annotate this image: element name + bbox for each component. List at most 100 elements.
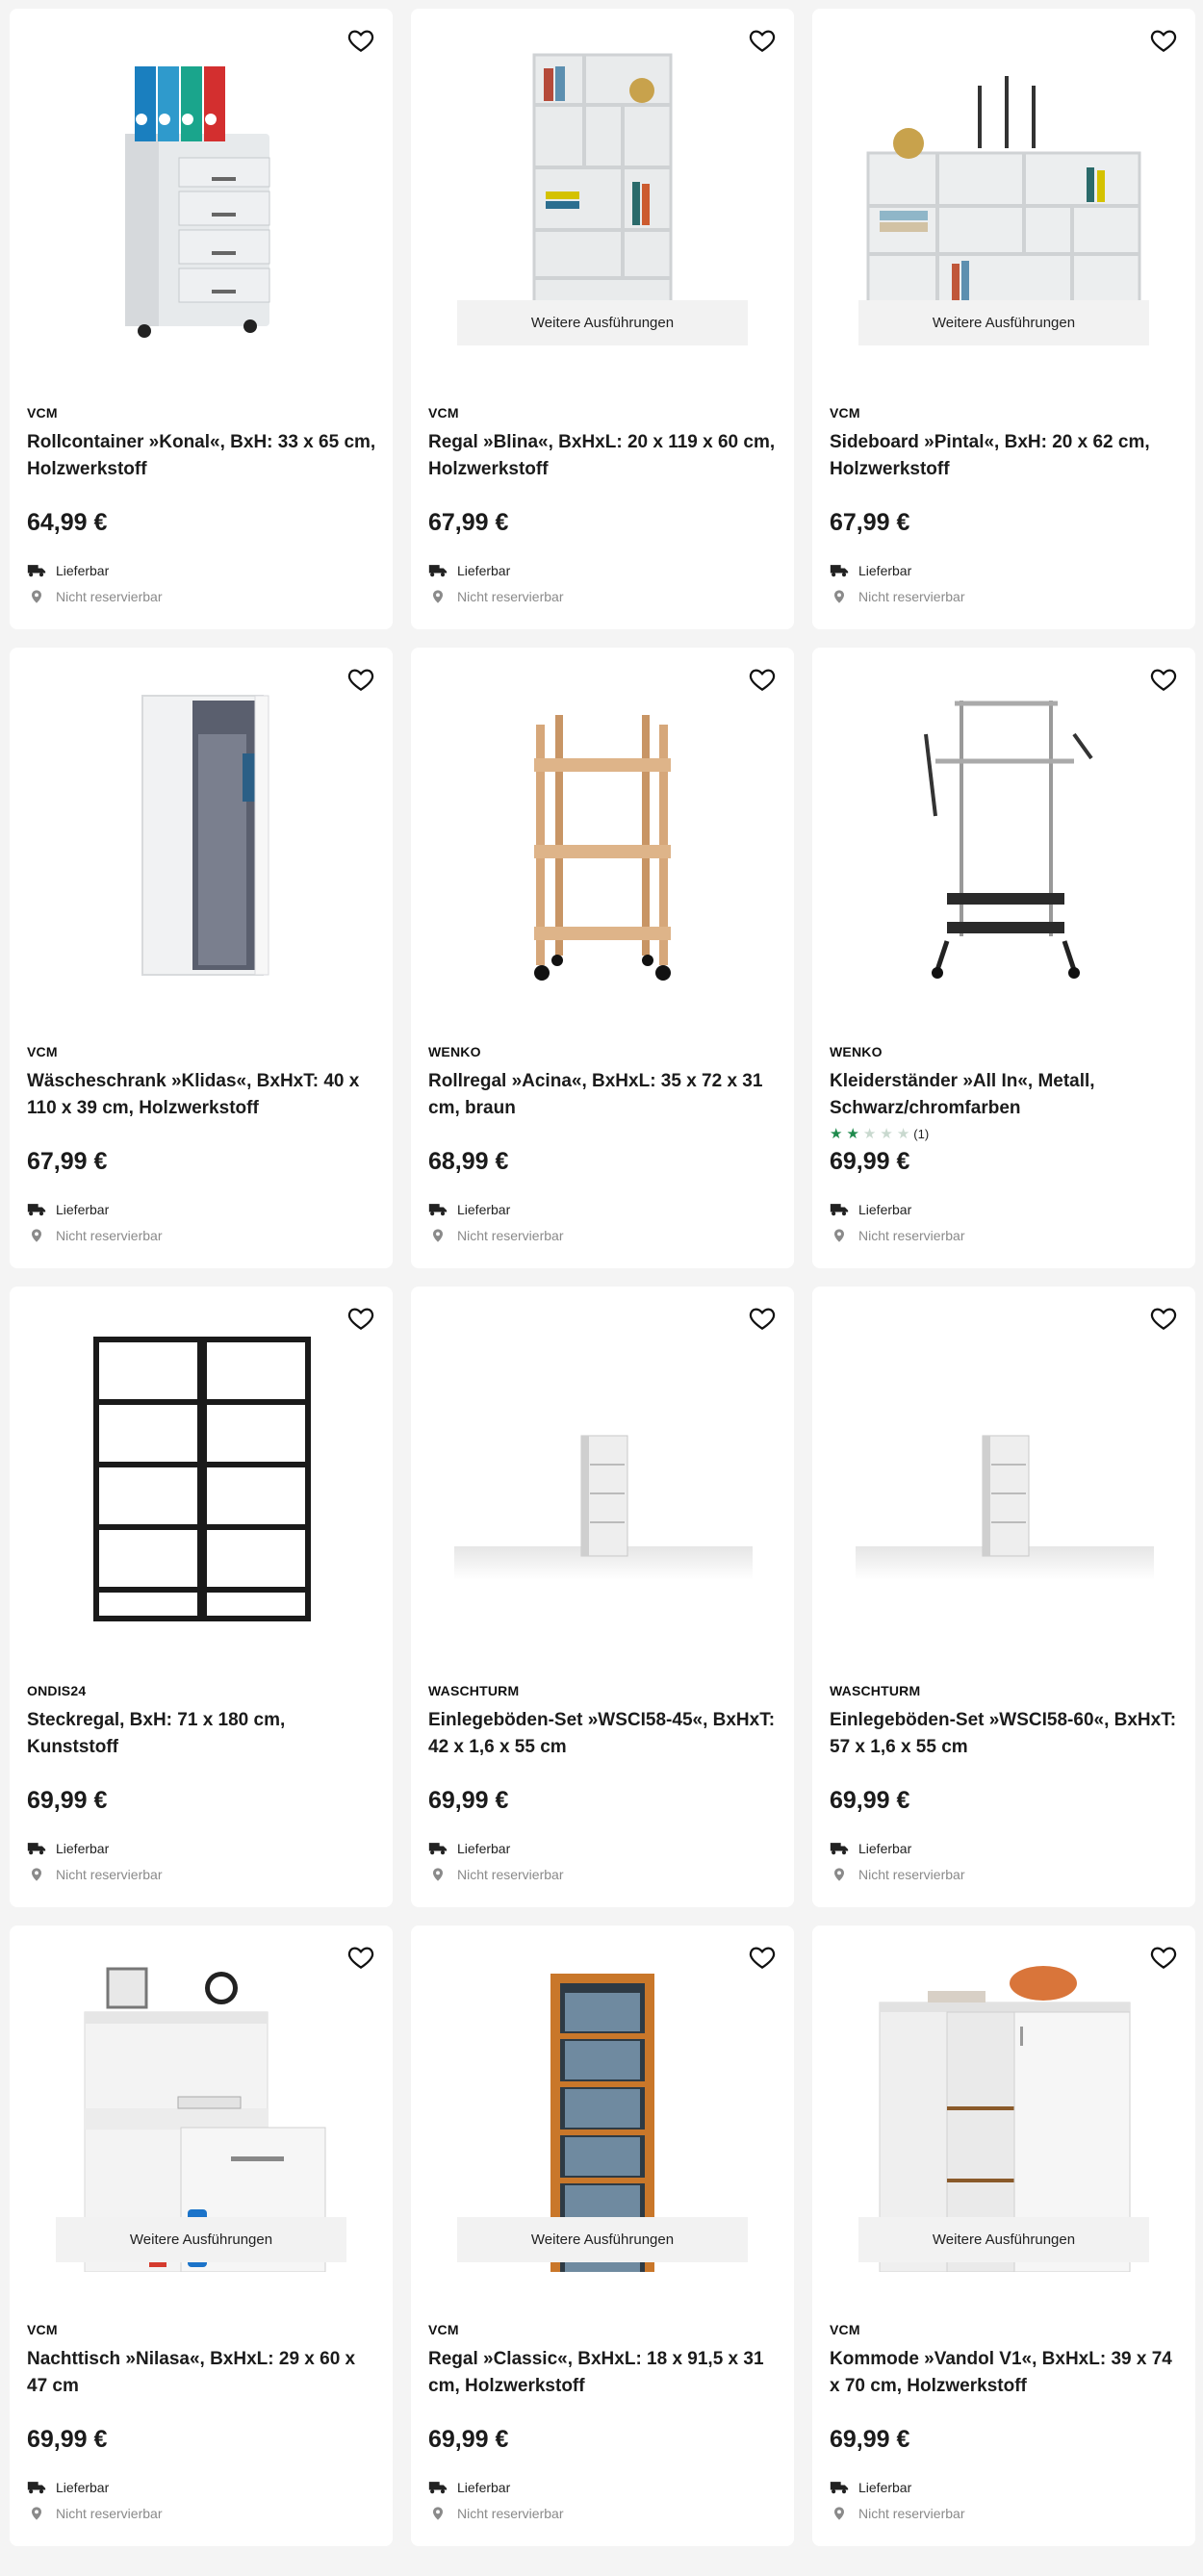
favorite-heart-icon[interactable] bbox=[748, 1943, 777, 1972]
more-variants-button[interactable]: Weitere Ausführungen bbox=[56, 2217, 346, 2262]
favorite-heart-icon[interactable] bbox=[1149, 1304, 1178, 1333]
star-empty-icon: ★ bbox=[862, 1125, 877, 1142]
star-empty-icon: ★ bbox=[880, 1125, 893, 1142]
product-brand: VCM bbox=[27, 405, 58, 421]
truck-icon bbox=[830, 1843, 849, 1855]
product-info: WENKO Rollregal »Acina«, BxHxL: 35 x 72 … bbox=[428, 1044, 779, 1243]
delivery-label: Lieferbar bbox=[56, 563, 110, 578]
reserve-status: Nicht reservierbar bbox=[27, 2505, 162, 2522]
product-info: WENKO Kleiderständer »All In«, Metall, S… bbox=[830, 1044, 1180, 1243]
truck-icon bbox=[428, 1843, 448, 1855]
favorite-heart-icon[interactable] bbox=[1149, 1943, 1178, 1972]
product-image[interactable] bbox=[812, 648, 1195, 994]
product-price: 69,99 € bbox=[428, 2426, 509, 2453]
favorite-heart-icon[interactable] bbox=[748, 26, 777, 55]
truck-icon bbox=[830, 1204, 849, 1216]
more-variants-button[interactable]: Weitere Ausführungen bbox=[858, 300, 1149, 345]
product-title[interactable]: Steckregal, BxH: 71 x 180 cm, Kunststoff bbox=[27, 1707, 377, 1761]
product-info: VCM Wäscheschrank »Klidas«, BxHxT: 40 x … bbox=[27, 1044, 377, 1243]
truck-icon bbox=[830, 565, 849, 577]
product-card[interactable]: Weitere Ausführungen VCM Regal »Blina«, … bbox=[411, 9, 794, 629]
product-price: 67,99 € bbox=[428, 509, 509, 536]
delivery-label: Lieferbar bbox=[457, 1202, 511, 1217]
product-title[interactable]: Einlegeböden-Set »WSCI58-45«, BxHxT: 42 … bbox=[428, 1707, 779, 1761]
truck-icon bbox=[27, 1204, 46, 1216]
product-card[interactable]: VCM Wäscheschrank »Klidas«, BxHxT: 40 x … bbox=[10, 648, 393, 1268]
favorite-heart-icon[interactable] bbox=[346, 1943, 375, 1972]
favorite-heart-icon[interactable] bbox=[1149, 26, 1178, 55]
product-info: WASCHTURM Einlegeböden-Set »WSCI58-45«, … bbox=[428, 1683, 779, 1882]
truck-icon bbox=[27, 565, 46, 577]
product-title[interactable]: Wäscheschrank »Klidas«, BxHxT: 40 x 110 … bbox=[27, 1068, 377, 1122]
product-rating[interactable]: ★ ★ ★ ★ ★ (1) bbox=[830, 1124, 1180, 1143]
product-image[interactable] bbox=[411, 1287, 794, 1633]
truck-icon bbox=[830, 2482, 849, 2494]
truck-icon bbox=[27, 1843, 46, 1855]
location-pin-icon bbox=[32, 2507, 41, 2520]
product-card[interactable]: Weitere Ausführungen VCM Sideboard »Pint… bbox=[812, 9, 1195, 629]
product-info: VCM Sideboard »Pintal«, BxH: 20 x 62 cm,… bbox=[830, 405, 1180, 604]
product-grid: VCM Rollcontainer »Konal«, BxH: 33 x 65 … bbox=[0, 0, 1203, 2576]
rating-count: (1) bbox=[913, 1126, 930, 1141]
product-info: VCM Regal »Classic«, BxHxL: 18 x 91,5 x … bbox=[428, 2322, 779, 2521]
product-info: VCM Kommode »Vandol V1«, BxHxL: 39 x 74 … bbox=[830, 2322, 1180, 2521]
favorite-heart-icon[interactable] bbox=[346, 665, 375, 694]
more-variants-button[interactable]: Weitere Ausführungen bbox=[858, 2217, 1149, 2262]
favorite-heart-icon[interactable] bbox=[346, 26, 375, 55]
delivery-status: Lieferbar bbox=[27, 562, 109, 579]
product-card[interactable]: Weitere Ausführungen VCM Nachttisch »Nil… bbox=[10, 1926, 393, 2546]
product-card[interactable]: WASCHTURM Einlegeböden-Set »WSCI58-45«, … bbox=[411, 1287, 794, 1907]
reserve-status: Nicht reservierbar bbox=[428, 1866, 563, 1883]
favorite-heart-icon[interactable] bbox=[1149, 665, 1178, 694]
location-pin-icon bbox=[433, 590, 443, 603]
product-image[interactable] bbox=[10, 9, 393, 355]
star-filled-icon: ★ bbox=[846, 1125, 859, 1142]
product-title[interactable]: Sideboard »Pintal«, BxH: 20 x 62 cm, Hol… bbox=[830, 429, 1180, 483]
location-pin-icon bbox=[433, 2507, 443, 2520]
product-card[interactable]: WENKO Rollregal »Acina«, BxHxL: 35 x 72 … bbox=[411, 648, 794, 1268]
product-image[interactable] bbox=[411, 648, 794, 994]
truck-icon bbox=[27, 2482, 46, 2494]
reserve-status: Nicht reservierbar bbox=[830, 588, 964, 605]
product-title[interactable]: Nachttisch »Nilasa«, BxHxL: 29 x 60 x 47… bbox=[27, 2346, 377, 2400]
location-pin-icon bbox=[834, 590, 844, 603]
delivery-status: Lieferbar bbox=[428, 562, 510, 579]
product-card[interactable]: WASCHTURM Einlegeböden-Set »WSCI58-60«, … bbox=[812, 1287, 1195, 1907]
product-card[interactable]: WENKO Kleiderständer »All In«, Metall, S… bbox=[812, 648, 1195, 1268]
product-title[interactable]: Kleiderständer »All In«, Metall, Schwarz… bbox=[830, 1068, 1180, 1122]
more-variants-button[interactable]: Weitere Ausführungen bbox=[457, 2217, 748, 2262]
reserve-label: Nicht reservierbar bbox=[858, 1867, 965, 1882]
favorite-heart-icon[interactable] bbox=[346, 1304, 375, 1333]
product-card[interactable]: VCM Rollcontainer »Konal«, BxH: 33 x 65 … bbox=[10, 9, 393, 629]
product-info: WASCHTURM Einlegeböden-Set »WSCI58-60«, … bbox=[830, 1683, 1180, 1882]
delivery-label: Lieferbar bbox=[56, 1202, 110, 1217]
favorite-heart-icon[interactable] bbox=[748, 665, 777, 694]
reserve-label: Nicht reservierbar bbox=[457, 589, 564, 604]
product-image[interactable] bbox=[10, 648, 393, 994]
product-title[interactable]: Regal »Classic«, BxHxL: 18 x 91,5 x 31 c… bbox=[428, 2346, 779, 2400]
product-card[interactable]: Weitere Ausführungen VCM Regal »Classic«… bbox=[411, 1926, 794, 2546]
product-brand: VCM bbox=[27, 2322, 58, 2337]
product-card[interactable]: Weitere Ausführungen VCM Kommode »Vandol… bbox=[812, 1926, 1195, 2546]
product-info: VCM Rollcontainer »Konal«, BxH: 33 x 65 … bbox=[27, 405, 377, 604]
product-image[interactable] bbox=[10, 1287, 393, 1633]
reserve-label: Nicht reservierbar bbox=[457, 1867, 564, 1882]
location-pin-icon bbox=[834, 1229, 844, 1242]
favorite-heart-icon[interactable] bbox=[748, 1304, 777, 1333]
product-image[interactable] bbox=[812, 1287, 1195, 1633]
truck-icon bbox=[428, 2482, 448, 2494]
product-title[interactable]: Rollcontainer »Konal«, BxH: 33 x 65 cm, … bbox=[27, 429, 377, 483]
delivery-label: Lieferbar bbox=[56, 1841, 110, 1856]
product-info: VCM Regal »Blina«, BxHxL: 20 x 119 x 60 … bbox=[428, 405, 779, 604]
product-title[interactable]: Kommode »Vandol V1«, BxHxL: 39 x 74 x 70… bbox=[830, 2346, 1180, 2400]
delivery-label: Lieferbar bbox=[858, 1202, 912, 1217]
product-title[interactable]: Einlegeböden-Set »WSCI58-60«, BxHxT: 57 … bbox=[830, 1707, 1180, 1761]
product-card[interactable]: ONDIS24 Steckregal, BxH: 71 x 180 cm, Ku… bbox=[10, 1287, 393, 1907]
product-price: 69,99 € bbox=[27, 1787, 108, 1814]
product-title[interactable]: Regal »Blina«, BxHxL: 20 x 119 x 60 cm, … bbox=[428, 429, 779, 483]
delivery-status: Lieferbar bbox=[27, 2479, 109, 2496]
delivery-status: Lieferbar bbox=[27, 1201, 109, 1218]
product-title[interactable]: Rollregal »Acina«, BxHxL: 35 x 72 x 31 c… bbox=[428, 1068, 779, 1122]
product-brand: WENKO bbox=[428, 1044, 481, 1059]
more-variants-button[interactable]: Weitere Ausführungen bbox=[457, 300, 748, 345]
